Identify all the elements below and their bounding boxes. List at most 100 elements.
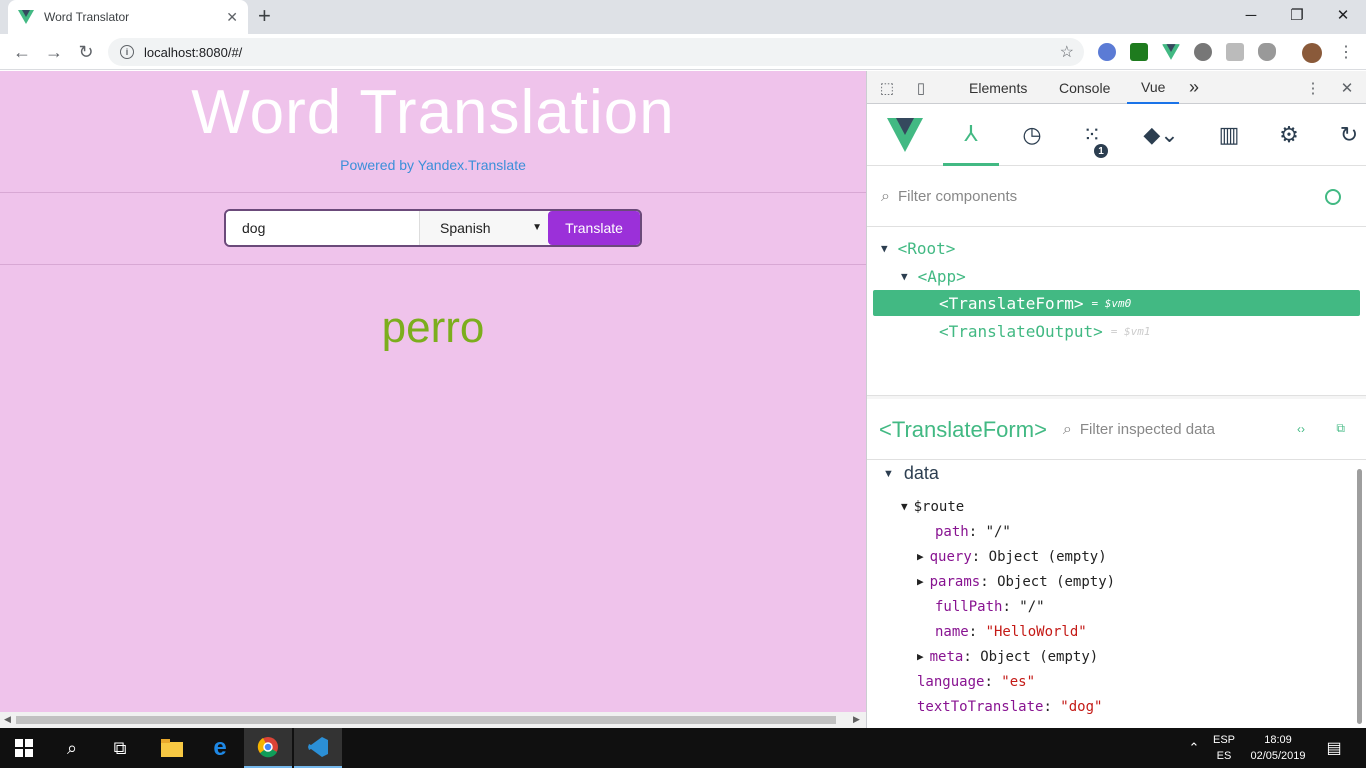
devtools-close-icon[interactable]: ✕ — [1337, 78, 1357, 98]
notifications-icon[interactable]: ▤ — [1310, 728, 1358, 768]
refresh-icon[interactable]: ↻ — [1321, 104, 1366, 166]
task-view-icon[interactable]: ⧉ — [96, 728, 144, 768]
divider — [0, 264, 866, 265]
events-icon[interactable]: ⁙ 1 — [1064, 104, 1120, 166]
devtools-menu-icon[interactable]: ⋮ — [1303, 78, 1323, 98]
expand-arrow-icon[interactable]: ▼ — [883, 468, 894, 480]
bookmark-star-icon[interactable]: ☆ — [1060, 42, 1074, 62]
router-icon[interactable]: ◆⌄ — [1133, 104, 1189, 166]
search-icon[interactable]: ⌕ — [48, 728, 96, 768]
vue-devtools-extension-icon[interactable] — [1162, 43, 1180, 61]
inspector-scrollbar[interactable] — [1357, 469, 1362, 724]
file-explorer-icon[interactable] — [148, 728, 196, 768]
edge-browser-icon[interactable]: e — [196, 728, 244, 768]
tree-node-translateform[interactable]: <TranslateForm> = $vm0 — [873, 290, 1360, 316]
divider — [0, 192, 866, 193]
vm-ref: = $vm0 — [1091, 296, 1132, 310]
translation-result: perro — [381, 303, 485, 352]
new-tab-button[interactable]: + — [258, 4, 271, 28]
windows-start-icon[interactable] — [0, 728, 48, 768]
tab-console[interactable]: Console — [1059, 71, 1110, 104]
events-badge: 1 — [1094, 144, 1108, 158]
prop-params[interactable]: ▶ params: Object (empty) — [917, 569, 1115, 594]
prop-query[interactable]: ▶ query: Object (empty) — [917, 544, 1107, 569]
expand-arrow-icon[interactable]: ▼ — [881, 242, 888, 255]
input-language-indicator[interactable]: ESP ES — [1212, 732, 1236, 764]
minimize-button[interactable]: ─ — [1228, 0, 1274, 30]
word-input[interactable] — [226, 211, 420, 245]
prop-route[interactable]: ▼ $route — [901, 494, 964, 519]
prop-name: name: "HelloWorld" — [935, 623, 1087, 640]
scroll-right-icon[interactable]: ▶ — [853, 714, 860, 725]
expand-arrow-icon[interactable]: ▶ — [917, 650, 924, 663]
tab-close-icon[interactable]: ✕ — [226, 9, 238, 26]
profile-avatar[interactable] — [1302, 43, 1322, 63]
history-icon[interactable]: ◷ — [1004, 104, 1060, 166]
pane-splitter[interactable] — [867, 395, 1366, 399]
vscode-icon[interactable] — [294, 728, 342, 768]
tree-node-translateoutput[interactable]: <TranslateOutput> = $vm1 — [939, 318, 1151, 344]
forward-icon[interactable]: → — [42, 40, 66, 64]
expand-arrow-icon[interactable]: ▶ — [917, 575, 924, 588]
tree-node-app[interactable]: ▼ <App> — [901, 263, 966, 289]
inspected-component-name: <TranslateForm> — [879, 416, 1047, 442]
windows-taskbar: ⌕ ⧉ e ⌃ ESP ES 18:09 02/05/2019 ▤ — [0, 728, 1366, 768]
vue-favicon-icon — [18, 10, 34, 24]
inspector-header: <TranslateForm> ⌕ Filter inspected data … — [867, 400, 1366, 460]
powered-by-link[interactable]: Powered by Yandex.Translate — [0, 157, 866, 173]
filter-components-input[interactable]: Filter components — [898, 188, 1017, 205]
select-component-icon[interactable] — [1325, 189, 1341, 205]
extension-icon[interactable] — [1130, 43, 1148, 61]
page-content: Word Translation Powered by Yandex.Trans… — [0, 71, 866, 712]
language-selected: Spanish — [440, 220, 491, 236]
back-icon[interactable]: ← — [10, 40, 34, 64]
browser-tab[interactable]: Word Translator ✕ — [8, 0, 248, 34]
extension-icon[interactable] — [1194, 43, 1212, 61]
shield-extension-icon[interactable] — [1258, 43, 1276, 61]
inspect-dom-icon[interactable]: ‹› — [1297, 422, 1305, 436]
device-toolbar-icon[interactable]: ▯ — [911, 78, 931, 98]
data-section-header[interactable]: ▼ data — [883, 463, 939, 484]
prop-meta[interactable]: ▶ meta: Object (empty) — [917, 644, 1098, 669]
horizontal-scrollbar[interactable]: ◀ ▶ — [0, 712, 866, 728]
inspect-element-icon[interactable]: ⬚ — [877, 78, 897, 98]
expand-arrow-icon[interactable]: ▼ — [901, 270, 908, 283]
search-icon: ⌕ — [1062, 420, 1072, 438]
clock[interactable]: 18:09 02/05/2019 — [1246, 732, 1310, 764]
page-title: Word Translation — [191, 78, 675, 147]
menu-kebab-icon[interactable]: ⋮ — [1334, 40, 1358, 64]
reload-icon[interactable]: ↻ — [74, 40, 98, 64]
tree-node-root[interactable]: ▼ <Root> — [881, 235, 955, 261]
components-icon[interactable]: ⅄ — [943, 104, 999, 166]
restore-button[interactable]: ❐ — [1274, 0, 1320, 30]
expand-arrow-icon[interactable]: ▶ — [917, 550, 924, 563]
vue-logo-icon — [887, 118, 923, 152]
tab-strip: Word Translator ✕ + ─ ❐ ✕ — [0, 0, 1366, 34]
extension-icon[interactable] — [1226, 43, 1244, 61]
tab-vue[interactable]: Vue — [1127, 71, 1180, 104]
filter-inspected-data-input[interactable]: Filter inspected data — [1080, 421, 1215, 438]
url-text: localhost:8080/#/ — [144, 44, 243, 60]
info-icon[interactable]: i — [120, 45, 134, 59]
more-tabs-icon[interactable]: » — [1189, 71, 1199, 104]
prop-path: path: "/" — [935, 523, 1011, 540]
expand-arrow-icon[interactable]: ▼ — [901, 500, 908, 513]
translate-button[interactable]: Translate — [548, 211, 640, 245]
prop-texttotranslate: textToTranslate: "dog" — [917, 698, 1103, 715]
address-bar[interactable]: i localhost:8080/#/ ☆ — [108, 38, 1084, 66]
tray-chevron-icon[interactable]: ⌃ — [1170, 728, 1218, 768]
filter-components-bar: ⌕ Filter components — [867, 167, 1366, 227]
close-window-button[interactable]: ✕ — [1320, 0, 1366, 30]
language-select[interactable]: Spanish ▼ — [420, 211, 548, 245]
open-in-editor-icon[interactable]: ⧉ — [1336, 421, 1345, 436]
tab-title: Word Translator — [44, 10, 130, 24]
performance-icon[interactable]: ▥ — [1201, 104, 1257, 166]
prop-language: language: "es" — [917, 673, 1036, 690]
extension-icon[interactable] — [1098, 43, 1116, 61]
scrollbar-thumb[interactable] — [16, 716, 836, 724]
chrome-icon[interactable] — [244, 728, 292, 768]
translate-form: Spanish ▼ Translate — [224, 209, 642, 247]
tab-elements[interactable]: Elements — [969, 71, 1027, 104]
scroll-left-icon[interactable]: ◀ — [4, 714, 11, 725]
settings-icon[interactable]: ⚙ — [1261, 104, 1317, 166]
